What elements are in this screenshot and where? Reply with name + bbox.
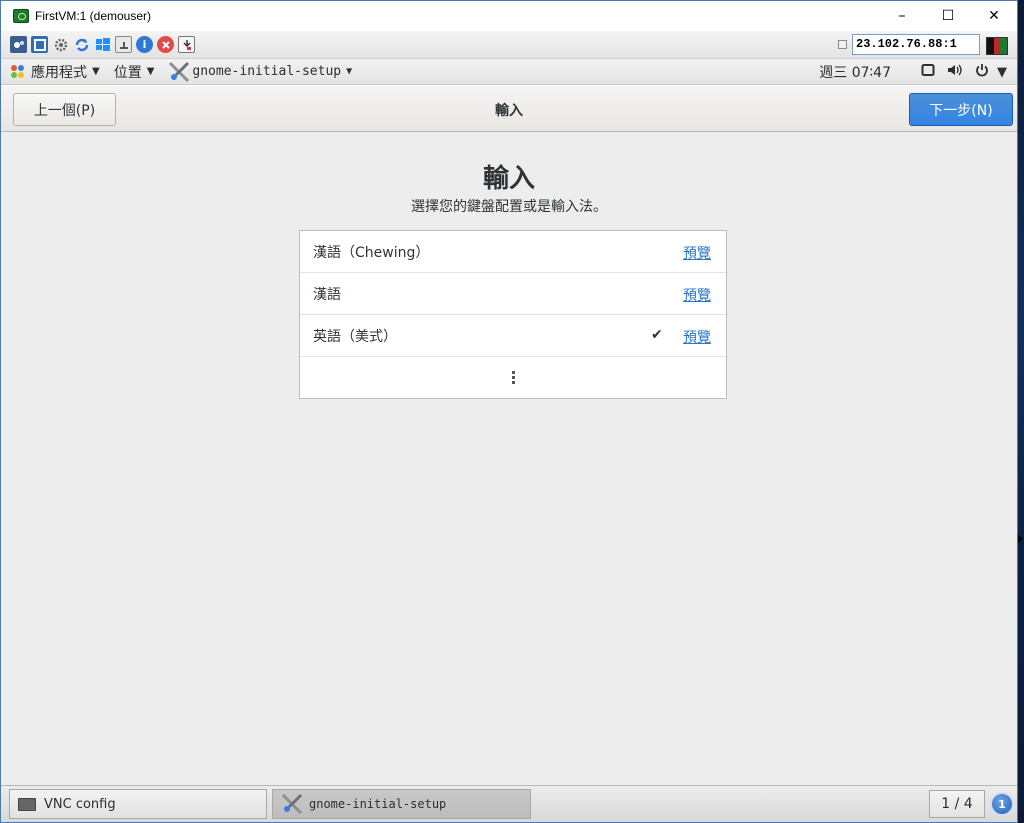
connection-status-icon: [986, 37, 1008, 55]
preview-link[interactable]: 預覽: [683, 327, 711, 347]
checkmark-icon: ✔: [651, 327, 663, 343]
taskbar-item-vnc-config[interactable]: VNC config: [9, 789, 267, 819]
taskbar-item-label: gnome-initial-setup: [309, 797, 447, 811]
info-icon[interactable]: i: [136, 36, 153, 53]
workspace-pager[interactable]: 1 / 4: [929, 790, 985, 818]
ctrl-alt-del-icon[interactable]: [115, 36, 132, 53]
applications-icon: [11, 64, 25, 79]
chevron-down-icon: ▼: [92, 66, 100, 77]
vnc-app-icon: [13, 9, 29, 23]
app-menu[interactable]: gnome-initial-setup ▼: [168, 61, 352, 83]
panel-status-area: 週三 07∶47 ▼: [819, 59, 1007, 85]
more-icon: [511, 370, 515, 385]
input-source-name: 漢語（Chewing）: [313, 244, 430, 261]
input-source-row[interactable]: 漢語（Chewing） 預覽: [300, 231, 726, 273]
close-button[interactable]: ✕: [971, 1, 1017, 31]
settings-icon[interactable]: [52, 36, 69, 53]
setup-headerbar: 上一個(P) 輸入 下一步(N): [1, 86, 1017, 132]
app-menu-label: gnome-initial-setup: [192, 64, 342, 79]
maximize-button[interactable]: ☐: [925, 1, 971, 31]
taskbar-item-gnome-initial-setup[interactable]: gnome-initial-setup: [272, 789, 531, 819]
input-source-row[interactable]: 英語（美式） ✔ 預覽: [300, 315, 726, 357]
notification-badge[interactable]: 1: [990, 792, 1014, 816]
minimize-button[interactable]: –: [879, 1, 925, 31]
page-title: 輸入: [482, 164, 535, 194]
applications-label: 應用程式: [31, 64, 87, 81]
volume-icon[interactable]: [947, 63, 963, 81]
preview-link[interactable]: 預覽: [683, 243, 711, 263]
bottom-panel: VNC config gnome-initial-setup 1 / 4 1: [1, 785, 1017, 822]
window-controls: – ☐ ✕: [879, 1, 1017, 31]
monitor-icon: [18, 797, 36, 811]
page-subtitle: 選擇您的鍵盤配置或是輸入法。: [411, 199, 607, 215]
fullscreen-icon[interactable]: [31, 36, 48, 53]
input-source-list: 漢語（Chewing） 預覽 漢語 預覽 英語（美式） ✔ 預覽: [299, 230, 727, 399]
desktop-background: [1018, 0, 1024, 823]
input-source-name: 漢語: [313, 286, 341, 303]
address-status-icon: [838, 40, 847, 49]
chevron-down-icon[interactable]: ▼: [997, 65, 1007, 80]
more-inputs-button[interactable]: [300, 357, 726, 397]
file-transfer-icon[interactable]: [178, 36, 195, 53]
window-title: FirstVM:1 (demouser): [35, 9, 152, 23]
input-source-name: 英語（美式）: [313, 328, 397, 345]
window-titlebar: FirstVM:1 (demouser) – ☐ ✕: [1, 1, 1017, 31]
next-button[interactable]: 下一步(N): [909, 93, 1013, 126]
tools-icon: [168, 61, 190, 83]
input-source-row[interactable]: 漢語 預覽: [300, 273, 726, 315]
places-label: 位置: [113, 64, 142, 81]
chevron-down-icon: ▼: [146, 66, 155, 77]
power-icon[interactable]: [975, 63, 989, 81]
vnc-toolbar: i 23.102.76.88:1: [1, 31, 1017, 59]
taskbar-item-label: VNC config: [44, 796, 116, 812]
setup-content: 輸入 選擇您的鍵盤配置或是輸入法。 漢語（Chewing） 預覽 漢語 預覽 英…: [1, 132, 1017, 785]
preview-link[interactable]: 預覽: [683, 285, 711, 305]
applications-menu[interactable]: 應用程式 ▼: [11, 62, 100, 82]
tools-icon: [281, 793, 303, 815]
refresh-icon[interactable]: [73, 36, 90, 53]
vnc-viewer-window: FirstVM:1 (demouser) – ☐ ✕ i 23.102.76.8…: [0, 0, 1018, 823]
disconnect-icon[interactable]: [157, 36, 174, 53]
places-menu[interactable]: 位置 ▼: [114, 62, 155, 82]
server-address-field[interactable]: 23.102.76.88:1: [852, 34, 980, 55]
windows-key-icon[interactable]: [94, 36, 111, 53]
clock[interactable]: 週三 07∶47: [819, 62, 891, 82]
headerbar-title: 輸入: [495, 103, 523, 119]
chevron-down-icon: ▼: [346, 66, 353, 77]
gnome-top-panel: 應用程式 ▼ 位置 ▼ gnome-initial-setup ▼ 週三 07∶…: [1, 59, 1017, 85]
screen-icon[interactable]: [921, 63, 935, 81]
options-icon[interactable]: [10, 36, 27, 53]
